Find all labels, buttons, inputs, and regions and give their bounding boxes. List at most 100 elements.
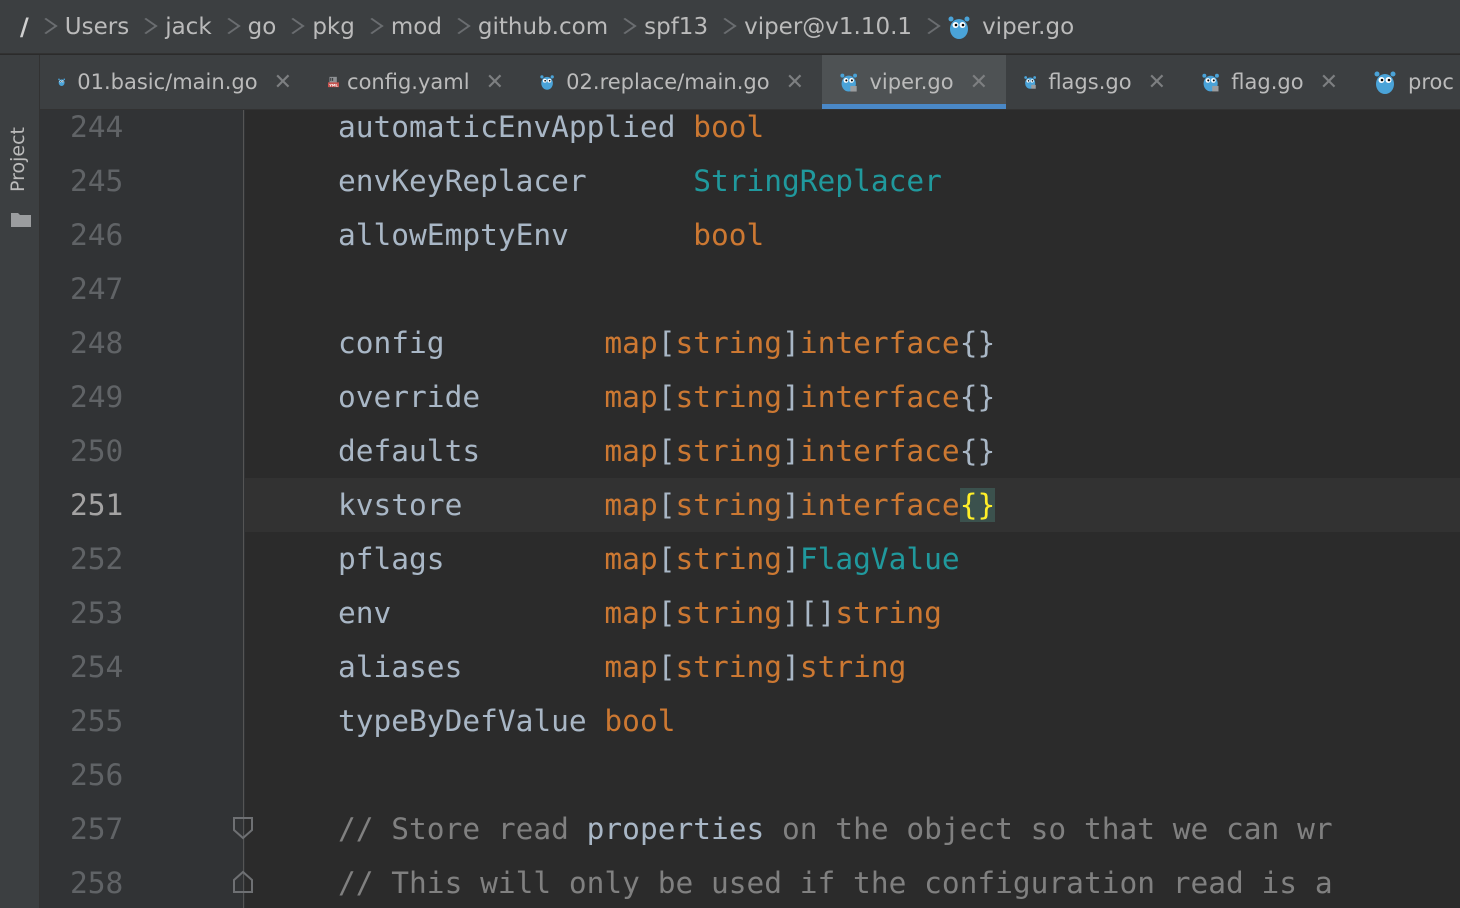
close-icon[interactable]: ✕ — [970, 70, 988, 95]
code-line[interactable]: 246 allowEmptyEnv bool — [40, 208, 1460, 262]
code-line[interactable]: 247 — [40, 262, 1460, 316]
tab-label: 01.basic/main.go — [77, 70, 258, 94]
code-text: automaticEnvApplied bool — [338, 110, 764, 154]
breadcrumb-separator — [139, 16, 149, 38]
code-line[interactable]: 255 typeByDefValue bool — [40, 694, 1460, 748]
code-line[interactable]: 244 automaticEnvApplied bool — [40, 110, 1460, 154]
code-text: // Store read properties on the object s… — [338, 802, 1333, 856]
type-token: string — [799, 650, 907, 684]
fold-end-icon[interactable] — [232, 870, 254, 894]
struct-field-name: allowEmptyEnv — [338, 218, 694, 252]
gopher-icon — [540, 75, 554, 90]
breadcrumb-item-users[interactable]: Users — [65, 14, 129, 40]
type-token: map — [604, 650, 658, 684]
code-text: envKeyReplacer StringReplacer — [338, 154, 942, 208]
type-token: interface — [799, 326, 960, 360]
struct-field-name: config — [338, 326, 605, 360]
tab-label: config.yaml — [347, 70, 470, 94]
close-icon[interactable]: ✕ — [1320, 70, 1338, 95]
line-number: 254 — [70, 650, 124, 684]
line-number: 258 — [70, 866, 124, 900]
tab-proc[interactable]: proc — [1356, 55, 1460, 109]
code-line[interactable]: 245 envKeyReplacer StringReplacer — [40, 154, 1460, 208]
type-token: string — [675, 488, 783, 522]
breadcrumb-root[interactable]: / — [20, 13, 29, 41]
type-token: [ — [657, 650, 676, 684]
project-tool-button[interactable]: Project — [7, 127, 29, 192]
line-number: 252 — [70, 542, 124, 576]
comment-token: // Store read — [338, 812, 587, 846]
code-line[interactable]: 256 — [40, 748, 1460, 802]
line-number: 246 — [70, 218, 124, 252]
close-icon[interactable]: ✕ — [274, 70, 292, 95]
line-number: 253 — [70, 596, 124, 630]
breadcrumb-item-spf13[interactable]: spf13 — [644, 14, 708, 40]
type-token: bool — [693, 218, 765, 252]
fold-start-icon[interactable] — [232, 816, 254, 840]
close-icon[interactable]: ✕ — [486, 70, 504, 95]
breadcrumb-file-label: viper.go — [982, 13, 1075, 40]
tab-label: 02.replace/main.go — [566, 70, 770, 94]
type-token: ][] — [782, 596, 836, 630]
breadcrumb-item-github[interactable]: github.com — [478, 14, 608, 40]
type-token: {} — [959, 434, 996, 468]
tab-label: flag.go — [1231, 70, 1304, 94]
code-line[interactable]: 253 env map[string][]string — [40, 586, 1460, 640]
breadcrumb-separator — [922, 16, 932, 38]
code-text: config map[string]interface{} — [338, 316, 995, 370]
struct-field-name: override — [338, 380, 605, 414]
type-token: StringReplacer — [693, 164, 942, 198]
type-token: map — [604, 380, 658, 414]
close-icon[interactable]: ✕ — [786, 70, 804, 95]
code-editor[interactable]: 244 automaticEnvApplied bool 245 envKeyRepl… — [40, 110, 1460, 908]
gopher-icon — [58, 78, 66, 86]
breadcrumb-item-file[interactable]: viper.go — [948, 14, 1074, 40]
comment-token: on the object so that we can wr — [764, 812, 1333, 846]
code-line[interactable]: 248 config map[string]interface{} — [40, 316, 1460, 370]
close-icon[interactable]: ✕ — [1148, 70, 1166, 95]
breadcrumb-item-jack[interactable]: jack — [165, 14, 211, 40]
tab-01-basic-main-go[interactable]: 01.basic/main.go ✕ — [40, 55, 310, 109]
tab-config-yaml[interactable]: YML config.yaml ✕ — [310, 55, 522, 109]
tab-flag-go[interactable]: flag.go ✕ — [1184, 55, 1356, 109]
breadcrumb-item-viper-version[interactable]: viper@v1.10.1 — [744, 14, 912, 40]
type-token: ] — [782, 650, 800, 684]
type-token: map — [604, 542, 658, 576]
line-number: 249 — [70, 380, 124, 414]
code-line[interactable]: 251 kvstore map[string]interface{} — [40, 478, 1460, 532]
code-text: allowEmptyEnv bool — [338, 208, 764, 262]
tab-flags-go[interactable]: flags.go ✕ — [1006, 55, 1184, 109]
tab-label: proc — [1408, 70, 1454, 94]
folder-icon[interactable] — [11, 211, 31, 227]
gopher-lock-icon — [1202, 73, 1219, 92]
type-token: bool — [604, 704, 676, 738]
struct-field-name: pflags — [338, 542, 605, 576]
type-token: string — [675, 542, 783, 576]
struct-field-name: defaults — [338, 434, 605, 468]
comment-token: properties — [586, 812, 765, 846]
type-token: map — [604, 326, 658, 360]
code-text: // This will only be used if the configu… — [338, 856, 1333, 908]
code-line[interactable]: 250 defaults map[string]interface{} — [40, 424, 1460, 478]
line-number: 257 — [70, 812, 124, 846]
code-line[interactable]: 249 override map[string]interface{} — [40, 370, 1460, 424]
struct-field-name: typeByDefValue — [338, 704, 605, 738]
comment-token: // This will only be used if the configu… — [338, 866, 1333, 900]
code-line[interactable]: 252 pflags map[string]FlagValue — [40, 532, 1460, 586]
breadcrumb-item-pkg[interactable]: pkg — [312, 14, 355, 40]
code-line[interactable]: 254 aliases map[string]string — [40, 640, 1460, 694]
type-token: interface — [799, 488, 960, 522]
tab-02-replace-main-go[interactable]: 02.replace/main.go ✕ — [522, 55, 822, 109]
breadcrumb-separator — [718, 16, 728, 38]
tab-viper-go[interactable]: viper.go ✕ — [822, 55, 1006, 109]
breadcrumb: / Users jack go pkg mod github.com spf13… — [0, 0, 1460, 54]
type-token: [ — [657, 434, 676, 468]
editor-tab-bar: 01.basic/main.go ✕ YML config.yaml ✕ 02.… — [40, 55, 1460, 110]
breadcrumb-item-mod[interactable]: mod — [391, 14, 442, 40]
type-token: interface — [799, 434, 960, 468]
breadcrumb-item-go[interactable]: go — [248, 14, 277, 40]
line-number: 255 — [70, 704, 124, 738]
type-token: [ — [657, 326, 676, 360]
line-number: 256 — [70, 758, 124, 792]
type-token: ] — [782, 542, 800, 576]
